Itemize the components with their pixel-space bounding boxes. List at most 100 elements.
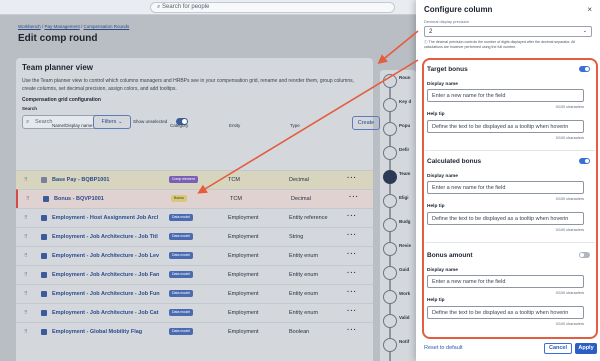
breadcrumb-comp-rounds[interactable]: Compensation Rounds <box>84 24 130 29</box>
step-indicator[interactable] <box>383 218 397 232</box>
table-row[interactable]: ⠿ Bonus - BQVP1001 Bonus TCM Decimal ··· <box>16 189 373 208</box>
more-options-icon[interactable]: ··· <box>347 175 357 182</box>
grid-config-title: Compensation grid configuration <box>22 97 101 103</box>
drag-handle-icon[interactable]: ⠿ <box>24 329 28 335</box>
category-badge: Data model <box>169 271 193 278</box>
help-tip-input[interactable]: Define the text to be displayed as a too… <box>427 306 584 319</box>
page-title: Edit comp round <box>18 33 98 44</box>
step-indicator[interactable] <box>383 98 397 112</box>
table-row[interactable]: ⠿ Employment - Job Architecture - Job Fan… <box>16 265 373 284</box>
row-checkbox[interactable] <box>41 177 47 183</box>
table-row[interactable]: ⠿ Employment - Global Mobility Flag Data m… <box>16 322 373 341</box>
step-indicator[interactable] <box>383 170 397 184</box>
row-checkbox[interactable] <box>41 272 47 278</box>
category-badge: Data model <box>169 328 193 335</box>
apply-button[interactable]: Apply <box>575 343 597 354</box>
row-checkbox[interactable] <box>41 253 47 259</box>
row-type: Entity enum <box>289 310 319 316</box>
drag-handle-icon[interactable]: ⠿ <box>24 177 28 183</box>
row-entity: Employment <box>228 272 259 278</box>
step-indicator[interactable] <box>383 266 397 280</box>
precision-value: 2 <box>429 29 433 35</box>
drag-handle-icon[interactable]: ⠿ <box>24 215 28 221</box>
table-row[interactable]: ⠿ Base Pay - BQBP1001 Comp element TCM Decim… <box>16 170 373 189</box>
reset-to-default-link[interactable]: Reset to default <box>424 345 463 351</box>
row-checkbox[interactable] <box>41 310 47 316</box>
row-entity: Employment <box>228 234 259 240</box>
step-label: Valid <box>399 315 410 320</box>
drag-handle-icon[interactable]: ⠿ <box>26 196 30 202</box>
col-type[interactable]: Type <box>290 123 300 128</box>
breadcrumb-workbench[interactable]: Workbench <box>18 24 41 29</box>
row-name: Employment - Job Architecture - Job Titl <box>52 234 158 240</box>
col-entity[interactable]: Entity <box>229 123 240 128</box>
row-entity: TCM <box>228 177 240 183</box>
row-name: Employment - Job Architecture - Job Lev <box>52 253 160 259</box>
steps-panel: Roun Key d Popu Defir Team Eligi Budg Revie Guid… <box>380 70 416 361</box>
drag-handle-icon[interactable]: ⠿ <box>24 272 28 278</box>
step-indicator[interactable] <box>383 194 397 208</box>
category-badge: Comp element <box>169 176 198 183</box>
global-search-input[interactable]: ⌕ Search for people <box>150 2 395 13</box>
table-row[interactable]: ⠿ Employment - Host Assignment Job Arcl Da… <box>16 208 373 227</box>
drag-handle-icon[interactable]: ⠿ <box>24 253 28 259</box>
cancel-button[interactable]: Cancel <box>544 343 572 354</box>
row-checkbox[interactable] <box>41 329 47 335</box>
more-options-icon[interactable]: ··· <box>347 327 357 334</box>
step-label: Team <box>399 171 411 176</box>
row-name: Base Pay - BQBP1001 <box>52 177 110 183</box>
row-entity: Employment <box>228 291 259 297</box>
more-options-icon[interactable]: ··· <box>347 270 357 277</box>
display-name-input[interactable]: Enter a new name for the field <box>427 275 584 288</box>
row-checkbox[interactable] <box>43 196 49 202</box>
display-name-label: Display name <box>427 174 458 179</box>
row-type: Decimal <box>291 196 311 202</box>
row-entity: TCM <box>230 196 242 202</box>
close-icon[interactable]: × <box>587 5 592 14</box>
section-divider <box>425 150 595 151</box>
drag-handle-icon[interactable]: ⠿ <box>24 310 28 316</box>
row-type: Entity enum <box>289 253 319 259</box>
display-name-input[interactable]: Enter a new name for the field <box>427 89 584 102</box>
more-options-icon[interactable]: ··· <box>347 251 357 258</box>
table-row[interactable]: ⠿ Employment - Job Architecture - Job Cat… <box>16 303 373 322</box>
section-toggle[interactable] <box>579 158 590 164</box>
section-toggle[interactable] <box>579 252 590 258</box>
help-tip-label: Help tip <box>427 112 445 117</box>
row-checkbox[interactable] <box>41 234 47 240</box>
step-indicator[interactable] <box>383 242 397 256</box>
help-tip-input[interactable]: Define the text to be displayed as a too… <box>427 212 584 225</box>
section-toggle[interactable] <box>579 66 590 72</box>
breadcrumb-pay-management[interactable]: Pay Management <box>44 24 79 29</box>
precision-select[interactable]: 2 ⌄ <box>424 26 592 37</box>
step-indicator[interactable] <box>383 338 397 352</box>
step-indicator[interactable] <box>383 122 397 136</box>
table-row[interactable]: ⠿ Employment - Job Architecture - Job Tit… <box>16 227 373 246</box>
table-row[interactable]: ⠿ Employment - Job Architecture - Job Lev… <box>16 246 373 265</box>
screen: ⌕ Search for people Workbench / Pay Mana… <box>0 0 600 361</box>
row-type: Entity enum <box>289 291 319 297</box>
step-indicator[interactable] <box>383 146 397 160</box>
more-options-icon[interactable]: ··· <box>347 289 357 296</box>
display-name-input[interactable]: Enter a new name for the field <box>427 181 584 194</box>
col-name[interactable]: Name/Display name <box>52 123 93 128</box>
step-label: Work <box>399 291 411 296</box>
table-row[interactable]: ⠿ Employment - Job Architecture - Job Fun… <box>16 284 373 303</box>
row-checkbox[interactable] <box>41 291 47 297</box>
step-indicator[interactable] <box>383 314 397 328</box>
more-options-icon[interactable]: ··· <box>347 213 357 220</box>
row-name: Employment - Host Assignment Job Arcl <box>52 215 159 221</box>
col-category[interactable]: Category <box>170 123 188 128</box>
row-entity: Employment <box>228 329 259 335</box>
more-options-icon[interactable]: ··· <box>349 194 359 201</box>
more-options-icon[interactable]: ··· <box>347 308 357 315</box>
drag-handle-icon[interactable]: ⠿ <box>24 291 28 297</box>
drag-handle-icon[interactable]: ⠿ <box>24 234 28 240</box>
char-count: 0/100 characters <box>555 228 584 232</box>
step-indicator[interactable] <box>383 290 397 304</box>
step-indicator[interactable] <box>383 74 397 88</box>
row-checkbox[interactable] <box>41 215 47 221</box>
row-name: Employment - Job Architecture - Job Fun <box>52 291 160 297</box>
more-options-icon[interactable]: ··· <box>347 232 357 239</box>
help-tip-input[interactable]: Define the text to be displayed as a too… <box>427 120 584 133</box>
